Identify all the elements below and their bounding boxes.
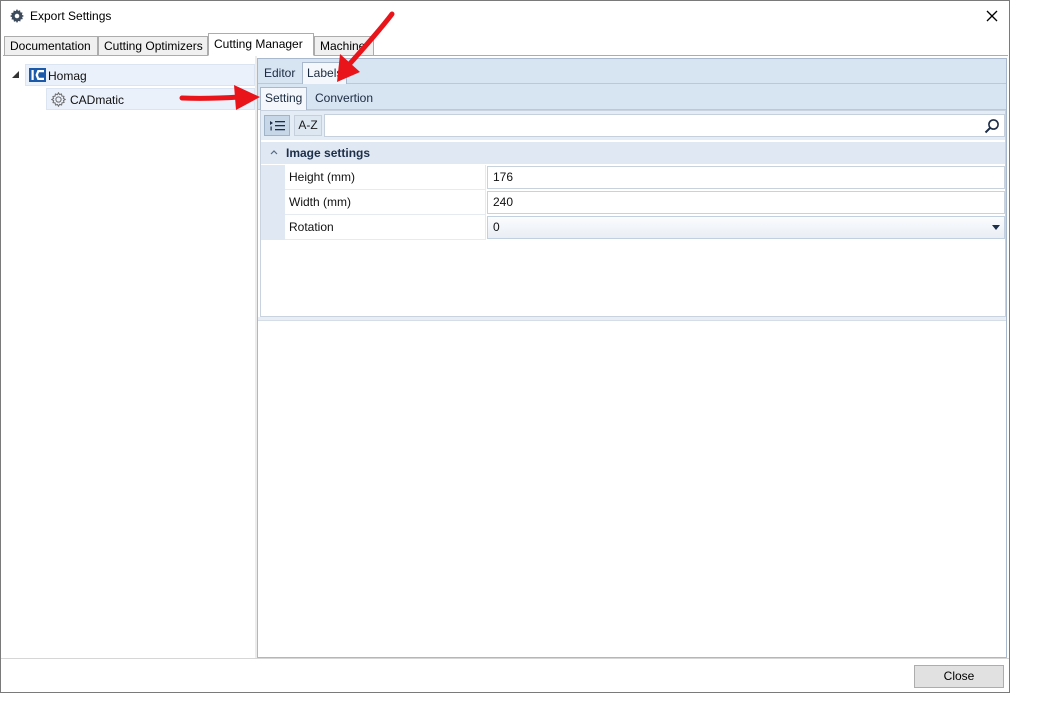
- chevron-down-icon: [992, 225, 1000, 230]
- row-gutter: [261, 165, 285, 190]
- expand-triangle-icon[interactable]: [12, 71, 20, 79]
- close-button[interactable]: Close: [914, 665, 1004, 688]
- exporter-settings-panel: Editor Labels Setting Convertion A-Z Ima…: [257, 58, 1007, 658]
- property-name: Height (mm): [285, 165, 486, 190]
- labels-tab-strip: Setting Convertion: [258, 84, 1006, 110]
- tab-cutting-manager[interactable]: Cutting Manager: [208, 33, 314, 56]
- tree-item-homag[interactable]: Homag: [25, 64, 255, 86]
- row-gutter: [261, 215, 285, 240]
- editor-tab-strip: Editor Labels: [258, 59, 1006, 85]
- search-icon[interactable]: [984, 118, 1000, 134]
- row-gutter: [261, 190, 285, 215]
- categorized-button[interactable]: [264, 115, 290, 136]
- property-grid: A-Z Image settings Height (mm) 176 Width…: [260, 110, 1006, 317]
- export-settings-window: Export Settings Documentation Cutting Op…: [0, 0, 1010, 693]
- tree-item-cadmatic[interactable]: CADmatic: [46, 88, 255, 110]
- height-input[interactable]: 176: [487, 166, 1005, 189]
- tab-setting[interactable]: Setting: [260, 87, 308, 110]
- property-name: Rotation: [285, 215, 486, 240]
- gear-icon: [10, 9, 24, 23]
- width-input[interactable]: 240: [487, 191, 1005, 214]
- tab-editor[interactable]: Editor: [260, 63, 299, 84]
- tab-content: Homag CADmatic Editor Labels Setting Con…: [3, 55, 1008, 659]
- tree-item-label: Homag: [48, 69, 87, 83]
- alphabetical-button[interactable]: A-Z: [294, 115, 322, 136]
- collapse-chevron-icon[interactable]: [268, 145, 280, 159]
- window-title: Export Settings: [30, 9, 112, 23]
- category-image-settings[interactable]: Image settings: [261, 142, 1005, 164]
- homag-logo-icon: [29, 68, 46, 82]
- gear-icon: [51, 92, 66, 107]
- property-search-input[interactable]: [324, 114, 1005, 137]
- close-icon[interactable]: [981, 5, 1003, 27]
- tree-item-label: CADmatic: [70, 93, 125, 107]
- category-label: Image settings: [286, 146, 371, 160]
- property-description-area: [258, 317, 1006, 321]
- rotation-dropdown[interactable]: 0: [487, 216, 1005, 239]
- tab-convertion[interactable]: Convertion: [311, 88, 377, 109]
- rotation-value: 0: [493, 220, 500, 234]
- property-row-height: Height (mm) 176: [261, 165, 1005, 190]
- tab-documentation[interactable]: Documentation: [4, 36, 98, 56]
- categorized-list-icon: [270, 121, 285, 131]
- property-row-rotation: Rotation 0: [261, 215, 1005, 240]
- exporter-tree: Homag CADmatic: [3, 56, 255, 659]
- property-row-width: Width (mm) 240: [261, 190, 1005, 215]
- title-bar: Export Settings: [1, 1, 1009, 31]
- property-grid-toolbar: A-Z: [261, 111, 1005, 140]
- tab-machine[interactable]: Machine: [314, 36, 374, 56]
- tab-cutting-optimizers[interactable]: Cutting Optimizers: [98, 36, 208, 56]
- property-name: Width (mm): [285, 190, 486, 215]
- footer-divider: [1, 658, 1009, 659]
- tab-labels[interactable]: Labels: [302, 62, 348, 85]
